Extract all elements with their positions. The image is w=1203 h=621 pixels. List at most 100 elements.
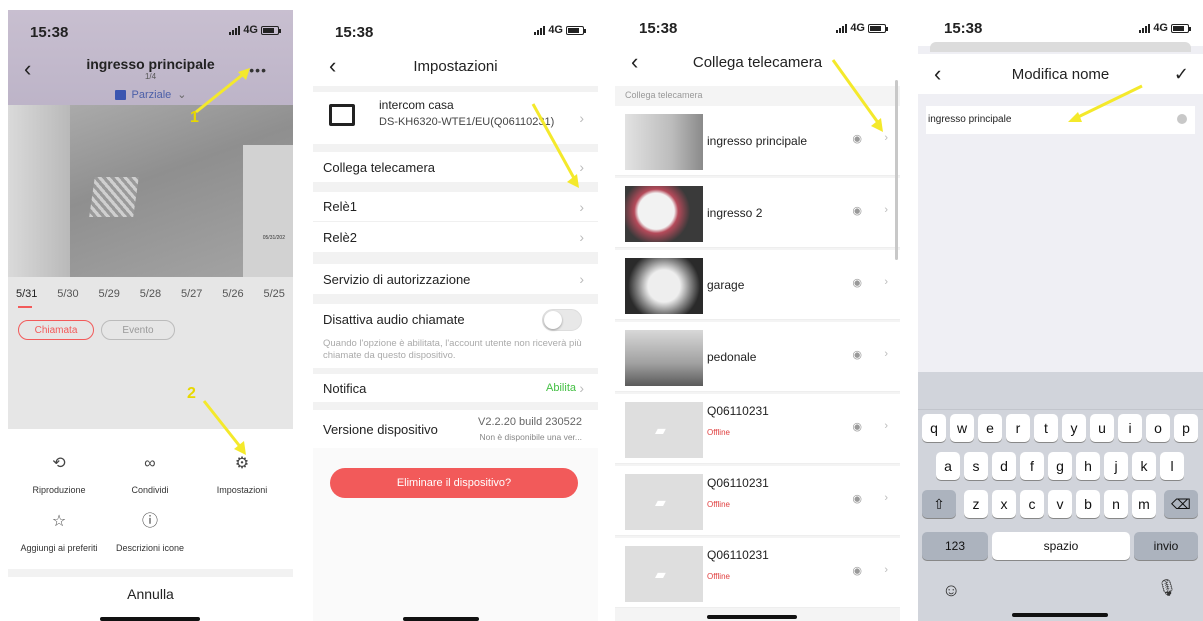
- eye-icon[interactable]: ◉: [852, 564, 862, 577]
- chevron-right-icon: ›: [579, 229, 584, 245]
- camera-thumbnail: [625, 258, 703, 314]
- key-l[interactable]: l: [1160, 452, 1184, 480]
- camera-counter: 1/4: [144, 71, 157, 81]
- link-camera-row[interactable]: Collega telecamera ›: [313, 152, 598, 182]
- shift-key[interactable]: ⇧: [922, 490, 956, 518]
- key-d[interactable]: d: [992, 452, 1016, 480]
- screen-link-camera: 15:38 4G ‹ Collega telecamera Collega te…: [615, 10, 900, 621]
- filter-event-button[interactable]: Evento: [101, 320, 175, 340]
- settings-action[interactable]: ⚙ Impostazioni: [197, 453, 287, 495]
- date-item[interactable]: 5/26: [222, 288, 243, 300]
- key-s[interactable]: s: [964, 452, 988, 480]
- more-options-icon[interactable]: •••: [249, 62, 267, 78]
- scrollbar[interactable]: [895, 80, 898, 260]
- back-arrow-icon[interactable]: ‹: [631, 51, 638, 73]
- camera-row[interactable]: ▰ Q06110231 Offline ◉ ›: [615, 538, 900, 608]
- arm-mode-selector[interactable]: Parziale ⌄: [8, 88, 293, 101]
- relay2-row[interactable]: Relè2 ›: [313, 222, 598, 252]
- mute-calls-toggle[interactable]: [542, 309, 582, 331]
- key-b[interactable]: b: [1076, 490, 1100, 518]
- chevron-right-icon: ›: [884, 132, 888, 144]
- favorite-action[interactable]: ☆ Aggiungi ai preferiti: [14, 511, 104, 553]
- eye-icon[interactable]: ◉: [852, 420, 862, 433]
- sheet-divider: [8, 569, 293, 577]
- eye-icon[interactable]: ◉: [852, 348, 862, 361]
- date-item[interactable]: 5/30: [57, 288, 78, 300]
- date-item[interactable]: 5/31: [16, 288, 37, 300]
- key-k[interactable]: k: [1132, 452, 1156, 480]
- eye-icon[interactable]: ◉: [852, 132, 862, 145]
- icon-help-action[interactable]: ⓘ Descrizioni icone: [105, 511, 195, 553]
- playback-action[interactable]: ⟲ Riproduzione: [14, 453, 104, 495]
- star-icon: ☆: [51, 513, 67, 530]
- camera-row[interactable]: pedonale ◉ ›: [615, 322, 900, 392]
- key-t[interactable]: t: [1034, 414, 1058, 442]
- battery-icon: [261, 25, 281, 35]
- back-arrow-icon[interactable]: ‹: [934, 63, 941, 85]
- signal-icon: [229, 25, 241, 35]
- key-m[interactable]: m: [1132, 490, 1156, 518]
- key-z[interactable]: z: [964, 490, 988, 518]
- key-r[interactable]: r: [1006, 414, 1030, 442]
- key-g[interactable]: g: [1048, 452, 1072, 480]
- camera-row[interactable]: ▰ Q06110231 Offline ◉ ›: [615, 394, 900, 464]
- key-f[interactable]: f: [1020, 452, 1044, 480]
- key-p[interactable]: p: [1174, 414, 1198, 442]
- key-q[interactable]: q: [922, 414, 946, 442]
- camera-row[interactable]: ingresso 2 ◉ ›: [615, 178, 900, 248]
- page-title: Collega telecamera: [692, 53, 823, 71]
- key-i[interactable]: i: [1118, 414, 1142, 442]
- key-x[interactable]: x: [992, 490, 1016, 518]
- key-v[interactable]: v: [1048, 490, 1072, 518]
- key-c[interactable]: c: [1020, 490, 1044, 518]
- eye-icon[interactable]: ◉: [852, 276, 862, 289]
- emoji-icon[interactable]: ☺: [942, 580, 960, 601]
- chevron-down-icon: ⌄: [177, 89, 187, 101]
- key-h[interactable]: h: [1076, 452, 1100, 480]
- camera-row[interactable]: garage ◉ ›: [615, 250, 900, 320]
- version-value: V2.2.20 build 230522: [478, 416, 582, 428]
- confirm-check-icon[interactable]: ✓: [1174, 64, 1189, 85]
- notification-value: Abilita: [546, 382, 576, 394]
- name-input-field[interactable]: ingresso principale: [926, 106, 1195, 134]
- clear-input-icon[interactable]: [1177, 114, 1187, 124]
- back-arrow-icon[interactable]: ‹: [24, 58, 31, 80]
- key-a[interactable]: a: [936, 452, 960, 480]
- key-j[interactable]: j: [1104, 452, 1128, 480]
- key-u[interactable]: u: [1090, 414, 1114, 442]
- key-y[interactable]: y: [1062, 414, 1086, 442]
- eye-icon[interactable]: ◉: [852, 204, 862, 217]
- key-e[interactable]: e: [978, 414, 1002, 442]
- date-item[interactable]: 5/28: [140, 288, 161, 300]
- enter-key[interactable]: invio: [1134, 532, 1198, 560]
- live-video-feed[interactable]: 05/31/202: [8, 105, 293, 285]
- cancel-button[interactable]: Annulla: [8, 577, 293, 611]
- notification-row[interactable]: Notifica Abilita ›: [313, 374, 598, 402]
- key-o[interactable]: o: [1146, 414, 1170, 442]
- monitor-icon: [329, 104, 355, 126]
- filter-call-button[interactable]: Chiamata: [18, 320, 94, 340]
- date-item[interactable]: 5/29: [99, 288, 120, 300]
- delete-device-button[interactable]: Eliminare il dispositivo?: [330, 468, 578, 498]
- camera-name: Q06110231: [707, 476, 769, 490]
- relay1-row[interactable]: Relè1 ›: [313, 192, 598, 222]
- share-action[interactable]: ∞ Condividi: [105, 453, 195, 495]
- date-item[interactable]: 5/25: [264, 288, 285, 300]
- mute-calls-hint: Quando l'opzione è abilitata, l'account …: [313, 334, 598, 368]
- back-arrow-icon[interactable]: ‹: [329, 55, 336, 77]
- device-info-row[interactable]: intercom casa DS-KH6320-WTE1/EU(Q0611023…: [313, 92, 598, 144]
- camera-row[interactable]: ingresso principale ◉ ›: [615, 106, 900, 176]
- eye-icon[interactable]: ◉: [852, 492, 862, 505]
- date-item[interactable]: 5/27: [181, 288, 202, 300]
- camera-name: ingresso principale: [707, 134, 808, 148]
- key-w[interactable]: w: [950, 414, 974, 442]
- auth-service-row[interactable]: Servizio di autorizzazione ›: [313, 264, 598, 294]
- space-key[interactable]: spazio: [992, 532, 1130, 560]
- signal-icon: [836, 23, 848, 33]
- numbers-key[interactable]: 123: [922, 532, 988, 560]
- backspace-key[interactable]: ⌫: [1164, 490, 1198, 518]
- key-n[interactable]: n: [1104, 490, 1128, 518]
- microphone-icon[interactable]: 🎙: [1157, 578, 1177, 598]
- camera-status: Offline: [707, 500, 730, 509]
- camera-row[interactable]: ▰ Q06110231 Offline ◉ ›: [615, 466, 900, 536]
